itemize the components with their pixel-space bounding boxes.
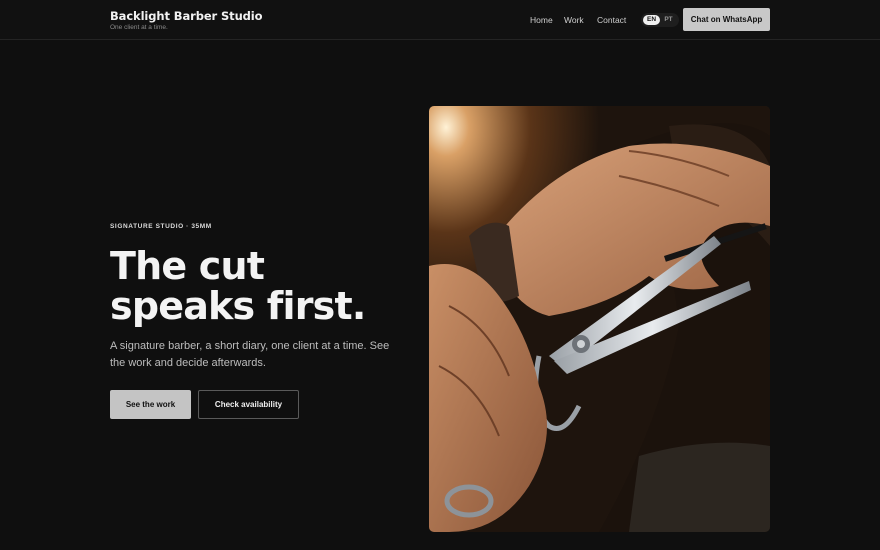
brand[interactable]: Backlight Barber Studio One client at a … bbox=[110, 9, 263, 31]
photo-illustration bbox=[429, 106, 770, 532]
lang-option-pt[interactable]: PT bbox=[660, 15, 677, 25]
hero-headline: The cut speaks first. bbox=[110, 244, 366, 328]
nav-work[interactable]: Work bbox=[564, 0, 584, 40]
brand-tagline: One client at a time. bbox=[110, 24, 168, 31]
check-availability-button[interactable]: Check availability bbox=[198, 390, 299, 419]
whatsapp-chat-button[interactable]: Chat on WhatsApp bbox=[683, 8, 770, 31]
hero-photo-barber-scissors bbox=[429, 106, 770, 532]
hero-eyebrow: SIGNATURE STUDIO · 35MM bbox=[110, 223, 212, 230]
brand-name: Backlight Barber Studio bbox=[110, 9, 263, 23]
hero-lede: A signature barber, a short diary, one c… bbox=[110, 340, 390, 369]
nav-home[interactable]: Home bbox=[530, 0, 553, 40]
lang-option-en[interactable]: EN bbox=[643, 15, 660, 25]
see-the-work-button[interactable]: See the work bbox=[110, 390, 191, 419]
nav-contact[interactable]: Contact bbox=[597, 0, 626, 40]
language-toggle[interactable]: EN PT bbox=[641, 13, 679, 27]
top-bar: Backlight Barber Studio One client at a … bbox=[0, 0, 880, 40]
